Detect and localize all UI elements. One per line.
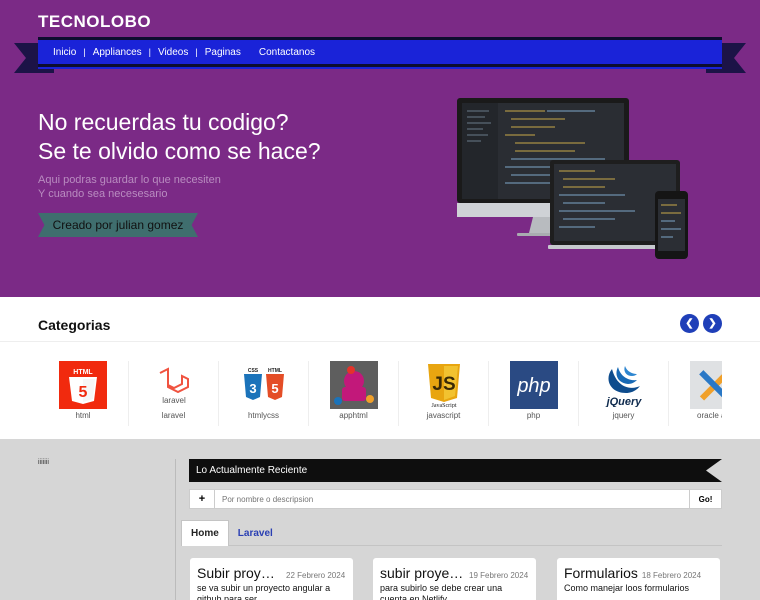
svg-text:php: php [516, 375, 550, 397]
html5-logo-icon: HTML 5 [59, 361, 107, 409]
category-javascript[interactable]: JS JavaScript javascript [398, 361, 488, 426]
post-card[interactable]: Subir proyecto 22 Febrero 2024 se va sub… [190, 558, 353, 600]
post-description: se va subir un proyecto angular a github… [197, 583, 331, 600]
tab-home[interactable]: Home [181, 520, 229, 546]
svg-text:jQuery: jQuery [604, 396, 642, 407]
content-area: iiiiiii Lo Actualmente Reciente + Go! Ho… [0, 439, 760, 600]
category-jquery[interactable]: jQuery jquery [578, 361, 668, 426]
main-nav: Inicio | Appliances | Videos | Paginas C… [38, 37, 722, 67]
recent-banner: Lo Actualmente Reciente [189, 459, 722, 482]
category-php[interactable]: php php [488, 361, 578, 426]
nav-inicio[interactable]: Inicio [46, 47, 83, 58]
post-title[interactable]: subir proyecto [380, 565, 465, 581]
post-date: 18 Febrero 2024 [641, 571, 702, 580]
categories-divider [0, 341, 760, 342]
category-label: php [526, 411, 541, 420]
categories-carousel: HTML 5 html laravel laravel CSS 3 HTML 5… [38, 361, 722, 426]
post-description: para subirlo se debe crear una cuenta en… [380, 583, 503, 600]
post-date: 19 Febrero 2024 [469, 571, 529, 580]
hero-subtitle: Aqui podras guardar lo que necesiten Y c… [38, 173, 221, 201]
laravel-logo-icon: laravel [150, 361, 198, 409]
svg-text:CSS: CSS [247, 368, 258, 374]
nav-underline [38, 67, 722, 69]
svg-text:HTML: HTML [268, 368, 282, 374]
brand-logo[interactable]: TECNOLOBO [38, 12, 151, 32]
categories-title: Categorias [38, 317, 111, 333]
javascript-logo-icon: JS JavaScript [420, 361, 468, 409]
post-title[interactable]: Subir proyecto [197, 565, 282, 581]
cta-button[interactable]: Creado por julian gomez [38, 213, 198, 237]
category-label: htmlycss [247, 411, 280, 420]
pencil-ruler-icon [689, 361, 722, 409]
chevron-right-icon[interactable]: ❯ [703, 314, 722, 333]
add-button[interactable]: + [189, 489, 215, 509]
nav-videos[interactable]: Videos [151, 47, 195, 58]
hero-headline: No recuerdas tu codigo? Se te olvido com… [38, 108, 321, 166]
nav-contactanos[interactable]: Contactanos [252, 47, 322, 58]
hero-line-1: No recuerdas tu codigo? [38, 109, 289, 135]
hero-sub-1: Aqui podras guardar lo que necesiten [38, 174, 221, 186]
jquery-logo-icon: jQuery [600, 361, 648, 409]
hero-line-2: Se te olvido como se hace? [38, 138, 321, 164]
category-label: apphtml [339, 411, 368, 420]
svg-text:HTML: HTML [73, 369, 93, 376]
category-htmlycss[interactable]: CSS 3 HTML 5 htmlycss [218, 361, 308, 426]
svg-text:JS: JS [432, 374, 455, 395]
nav-appliances[interactable]: Appliances [86, 47, 149, 58]
hero-sub-2: Y cuando sea necesesario [38, 188, 168, 200]
devices-illustration [457, 98, 688, 259]
content-tabs: Home Laravel [181, 520, 722, 546]
tab-laravel[interactable]: Laravel [229, 520, 282, 546]
post-title[interactable]: Formularios [564, 565, 638, 581]
svg-text:5: 5 [79, 384, 88, 401]
sidebar-divider [175, 459, 176, 600]
hero-section: TECNOLOBO Inicio | Appliances | Videos |… [0, 0, 760, 297]
css-html-logo-icon: CSS 3 HTML 5 [240, 361, 288, 409]
navbar-wrapper: Inicio | Appliances | Videos | Paginas C… [0, 37, 760, 77]
categories-section: Categorias ❮ ❯ HTML 5 html laravel larav… [0, 297, 760, 439]
svg-text:laravel: laravel [162, 396, 186, 405]
svg-text:3: 3 [249, 381, 256, 396]
category-label: html [75, 411, 91, 420]
category-html[interactable]: HTML 5 html [38, 361, 128, 426]
category-label: javascript [426, 411, 461, 420]
category-label: jquery [612, 411, 635, 420]
chevron-left-icon[interactable]: ❮ [680, 314, 699, 333]
svg-text:JavaScript: JavaScript [431, 403, 456, 408]
post-description: Como manejar loos formularios [564, 583, 690, 593]
svg-text:5: 5 [271, 381, 278, 396]
php-logo-icon: php [509, 361, 558, 409]
category-apphtml[interactable]: apphtml [308, 361, 398, 426]
post-card[interactable]: subir proyecto 19 Febrero 2024 para subi… [373, 558, 536, 600]
app-html-logo-icon [329, 361, 378, 409]
post-card[interactable]: Formularios 18 Febrero 2024 Como manejar… [557, 558, 720, 600]
search-bar: + Go! [189, 489, 722, 509]
category-oracle[interactable]: oracle ap [668, 361, 722, 426]
search-input[interactable] [215, 489, 690, 509]
sidebar-text: iiiiiii [38, 459, 49, 466]
nav-paginas[interactable]: Paginas [198, 47, 248, 58]
go-button[interactable]: Go! [690, 489, 722, 509]
post-date: 22 Febrero 2024 [286, 571, 346, 580]
category-label: laravel [161, 411, 186, 420]
category-label: oracle ap [697, 411, 722, 420]
category-laravel[interactable]: laravel laravel [128, 361, 218, 426]
